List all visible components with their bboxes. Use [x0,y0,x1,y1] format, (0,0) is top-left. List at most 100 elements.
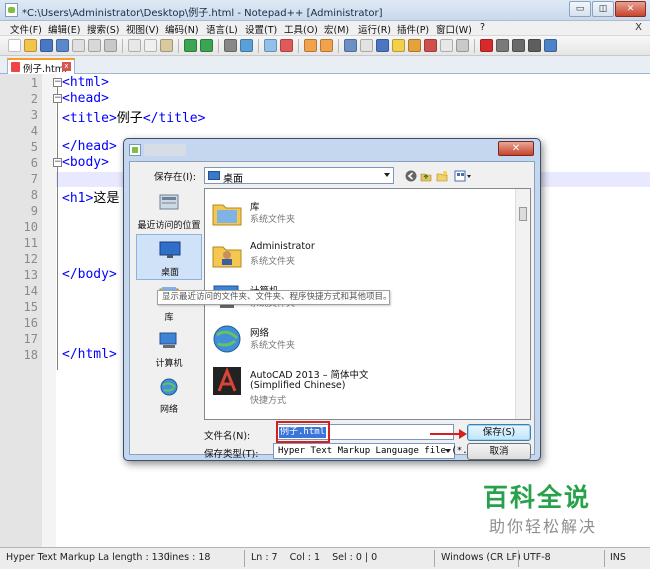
save-macro-icon[interactable] [544,39,557,52]
run-macro-multiple-icon[interactable] [528,39,541,52]
menu-help[interactable]: ? [480,22,485,33]
code-line: <title>例子</title> [62,111,206,126]
annotation-red-arrow [430,429,467,439]
cut-icon[interactable] [128,39,141,52]
record-macro-icon[interactable] [480,39,493,52]
replace-icon[interactable] [240,39,253,52]
redo-icon[interactable] [200,39,213,52]
scrollbar-thumb[interactable] [519,207,527,221]
save-in-dropdown[interactable]: 桌面 [204,167,394,185]
up-folder-icon[interactable] [420,170,432,182]
list-item[interactable]: AutoCAD 2013 – 简体中文 (Simplified Chinese)… [205,361,515,413]
tab-strip: 例子.html x [0,56,650,75]
menu-language[interactable]: 语言(L) [206,22,238,36]
network-icon [160,378,178,396]
view-menu-icon[interactable] [454,170,472,182]
undo-icon[interactable] [184,39,197,52]
list-item[interactable]: Administrator 系统文件夹 [205,235,515,277]
save-button[interactable]: 保存(S) [467,424,531,441]
line-number: 3 [30,108,38,122]
fold-toggle-icon[interactable]: − [53,78,62,87]
show-all-chars-icon[interactable] [360,39,373,52]
menu-encoding[interactable]: 编码(N) [165,22,199,36]
close-all-icon[interactable] [88,39,101,52]
status-encoding[interactable]: UTF-8 [523,552,551,563]
menu-run[interactable]: 运行(R) [358,22,391,36]
line-number: 11 [23,236,38,250]
menu-plugins[interactable]: 插件(P) [397,22,429,36]
line-number: 5 [30,140,38,154]
status-divider [434,550,435,567]
menu-macro[interactable]: 宏(M) [324,22,349,36]
new-file-icon[interactable] [8,39,21,52]
status-divider [244,550,245,567]
close-window-button[interactable]: ✕ [615,1,646,17]
place-desktop[interactable]: 桌面 [136,234,202,280]
open-file-icon[interactable] [24,39,37,52]
document-map-icon[interactable] [408,39,421,52]
code-line: <head> [62,91,109,106]
print-icon[interactable] [104,39,117,52]
filetype-dropdown[interactable]: Hyper Text Markup Language file (*.ht [273,443,478,459]
filetype-label: 保存类型(T): [204,449,259,460]
close-document-icon[interactable]: X [635,22,642,33]
line-number: 14 [23,284,38,298]
close-file-icon[interactable] [72,39,85,52]
file-list-scrollbar[interactable] [515,189,530,419]
list-item[interactable]: 库 系统文件夹 [205,193,515,235]
menu-settings[interactable]: 设置(T) [245,22,277,36]
menu-search[interactable]: 搜索(S) [87,22,119,36]
line-number: 18 [23,348,38,362]
stop-macro-icon[interactable] [496,39,509,52]
window-title: *C:\Users\Administrator\Desktop\例子.html … [22,8,383,19]
toolbar [0,36,650,56]
fold-guide-line [57,87,58,370]
place-computer[interactable]: 计算机 [136,326,202,372]
save-all-icon[interactable] [56,39,69,52]
line-number: 12 [23,252,38,266]
folder-workspace-icon[interactable] [392,39,405,52]
copy-icon[interactable] [144,39,157,52]
find-icon[interactable] [224,39,237,52]
function-list-icon[interactable] [424,39,437,52]
line-number: 4 [30,124,38,138]
menu-view[interactable]: 视图(V) [126,22,159,36]
dialog-close-button[interactable]: ✕ [498,141,534,156]
menu-window[interactable]: 窗口(W) [436,22,472,36]
indent-guide-icon[interactable] [376,39,389,52]
toolbar-separator [338,39,339,53]
tab-close-icon[interactable]: x [62,62,71,71]
cancel-button[interactable]: 取消 [467,443,531,460]
word-wrap-icon[interactable] [344,39,357,52]
place-recent[interactable]: 最近访问的位置 [136,188,202,234]
zoom-in-icon[interactable] [264,39,277,52]
annotation-red-box [276,421,330,443]
code-line: </body> [62,267,117,282]
fold-toggle-icon[interactable]: − [53,158,62,167]
fold-toggle-icon[interactable]: − [53,94,62,103]
status-bar: Hyper Text Markup La length : 130 lines … [0,547,650,569]
back-icon[interactable] [405,170,417,182]
sync-vertical-icon[interactable] [304,39,317,52]
view-icon[interactable] [456,39,469,52]
menu-tools[interactable]: 工具(O) [284,22,318,36]
monitoring-icon[interactable] [440,39,453,52]
place-network[interactable]: 网络 [136,372,202,418]
code-line: <h1>这是 [62,191,120,206]
paste-icon[interactable] [160,39,173,52]
tab-example-html[interactable]: 例子.html x [7,58,75,75]
menu-edit[interactable]: 编辑(E) [48,22,80,36]
tab-label: 例子.html [23,64,67,75]
new-folder-icon[interactable] [436,170,448,182]
dialog-title-blurred [144,144,186,156]
zoom-out-icon[interactable] [280,39,293,52]
sync-horizontal-icon[interactable] [320,39,333,52]
save-icon[interactable] [40,39,53,52]
status-eol[interactable]: Windows (CR LF) [441,552,521,563]
maximize-button[interactable]: ◫ [592,1,614,17]
minimize-button[interactable]: ▭ [569,1,591,17]
line-number: 2 [30,92,38,106]
play-macro-icon[interactable] [512,39,525,52]
menu-file[interactable]: 文件(F) [10,22,42,36]
list-item[interactable]: 网络 系统文件夹 [205,319,515,361]
